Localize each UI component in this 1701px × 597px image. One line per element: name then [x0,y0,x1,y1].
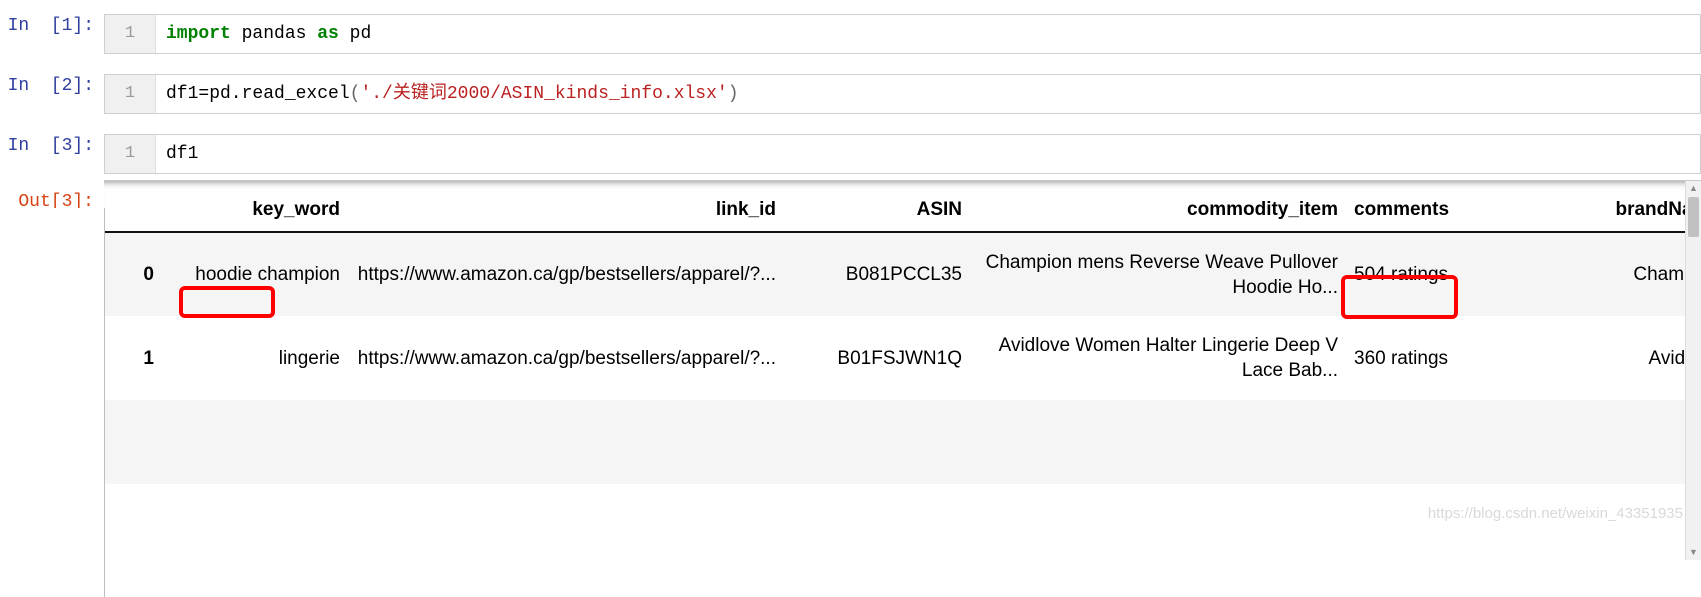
output-left-gutter [0,208,105,597]
cell-asin-0: B081PCCL35 [784,232,970,316]
table-row[interactable] [104,400,1701,484]
cell-3-prompt: In [3]: [7,136,94,156]
watermark-text: https://blog.csdn.net/weixin_43351935 [1427,505,1683,522]
vertical-scrollbar[interactable]: ▲ ▼ [1685,181,1701,560]
cell-1-line-number: 1 [105,15,156,53]
row-index-1: 1 [104,316,162,400]
table-row[interactable]: 1 lingerie https://www.amazon.ca/gp/best… [104,316,1701,400]
cell-comments-2 [1346,400,1502,484]
cell-link-id-1: https://www.amazon.ca/gp/bestsellers/app… [348,316,784,400]
column-header-link-id[interactable]: link_id [348,181,784,233]
cell-commodity-item-1: Avidlove Women Halter Lingerie Deep V La… [970,316,1346,400]
cell-commodity-item-0: Champion mens Reverse Weave Pullover Hoo… [970,232,1346,316]
cell-asin-1: B01FSJWN1Q [784,316,970,400]
cell-comments-1: 360 ratings [1346,316,1502,400]
dataframe-output-container[interactable]: key_word link_id ASIN commodity_item com… [104,180,1701,560]
cell-1-prompt: In [1]: [7,16,94,36]
dataframe-scroll-inner: key_word link_id ASIN commodity_item com… [104,181,1701,560]
notebook-cell-3[interactable]: In [3]: 1 df1 [0,134,1701,174]
cell-gap-2 [0,114,1701,134]
cell-2-token-assign: df1=pd.read_excel [166,84,350,104]
cell-3-line-number: 1 [105,135,156,173]
cell-1-code[interactable]: import pandas as pd [156,15,1700,53]
cell-3-token-df1: df1 [166,144,199,164]
top-spacer [0,0,1701,14]
cell-brand-name-1: Avidlove [1502,316,1701,400]
cell-1-input-area[interactable]: 1 import pandas as pd [104,14,1701,54]
notebook-cell-2[interactable]: In [2]: 1 df1=pd.read_excel('./关键词2000/A… [0,74,1701,114]
scroll-up-arrow-icon[interactable]: ▲ [1686,181,1701,196]
cell-commodity-item-2 [970,400,1346,484]
cell-key-word-2 [162,400,348,484]
table-row[interactable]: 0 hoodie champion https://www.amazon.ca/… [104,232,1701,316]
scrollbar-thumb[interactable] [1688,197,1699,237]
scroll-down-arrow-icon[interactable]: ▼ [1686,545,1701,560]
column-header-key-word[interactable]: key_word [162,181,348,233]
dataframe-body: 0 hoodie champion https://www.amazon.ca/… [104,232,1701,484]
column-header-commodity-item[interactable]: commodity_item [970,181,1346,233]
column-header-index [104,181,162,233]
cell-link-id-0: https://www.amazon.ca/gp/bestsellers/app… [348,232,784,316]
cell-1-token-pd: pd [338,24,372,44]
cell-gap-1 [0,54,1701,74]
cell-2-token-open-paren: ( [349,84,361,104]
notebook-output-row: Out[3]: key_word link_id ASIN commodity_… [0,180,1701,560]
cell-2-token-filepath: './关键词2000/ASIN_kinds_info.xlsx' [360,84,728,104]
cell-comments-0: 504 ratings [1346,232,1502,316]
column-header-brand-name[interactable]: brandName [1502,181,1701,233]
cell-brand-name-0: Champion [1502,232,1701,316]
row-index-2 [104,400,162,484]
cell-2-line-number: 1 [105,75,156,113]
cell-1-token-import: import [166,24,231,44]
dataframe-head: key_word link_id ASIN commodity_item com… [104,181,1701,233]
cell-2-input-area[interactable]: 1 df1=pd.read_excel('./关键词2000/ASIN_kind… [104,74,1701,114]
dataframe-header-row: key_word link_id ASIN commodity_item com… [104,181,1701,233]
cell-2-prompt: In [2]: [7,76,94,96]
cell-asin-2 [784,400,970,484]
column-header-comments[interactable]: comments [1346,181,1502,233]
cell-key-word-0: hoodie champion [162,232,348,316]
dataframe-table: key_word link_id ASIN commodity_item com… [104,181,1701,484]
notebook-cell-1[interactable]: In [1]: 1 import pandas as pd [0,14,1701,54]
cell-3-input-area[interactable]: 1 df1 [104,134,1701,174]
column-header-asin[interactable]: ASIN [784,181,970,233]
cell-brand-name-2 [1502,400,1701,484]
cell-3-code[interactable]: df1 [156,135,1700,173]
cell-link-id-2 [348,400,784,484]
cell-2-token-close-paren: ) [727,84,739,104]
cell-1-token-as: as [317,24,339,44]
cell-key-word-1: lingerie [162,316,348,400]
cell-1-token-pandas: pandas [230,24,318,44]
notebook-page: In [1]: 1 import pandas as pd In [2]: 1 … [0,0,1701,597]
row-index-0: 0 [104,232,162,316]
cell-2-code[interactable]: df1=pd.read_excel('./关键词2000/ASIN_kinds_… [156,75,1700,113]
